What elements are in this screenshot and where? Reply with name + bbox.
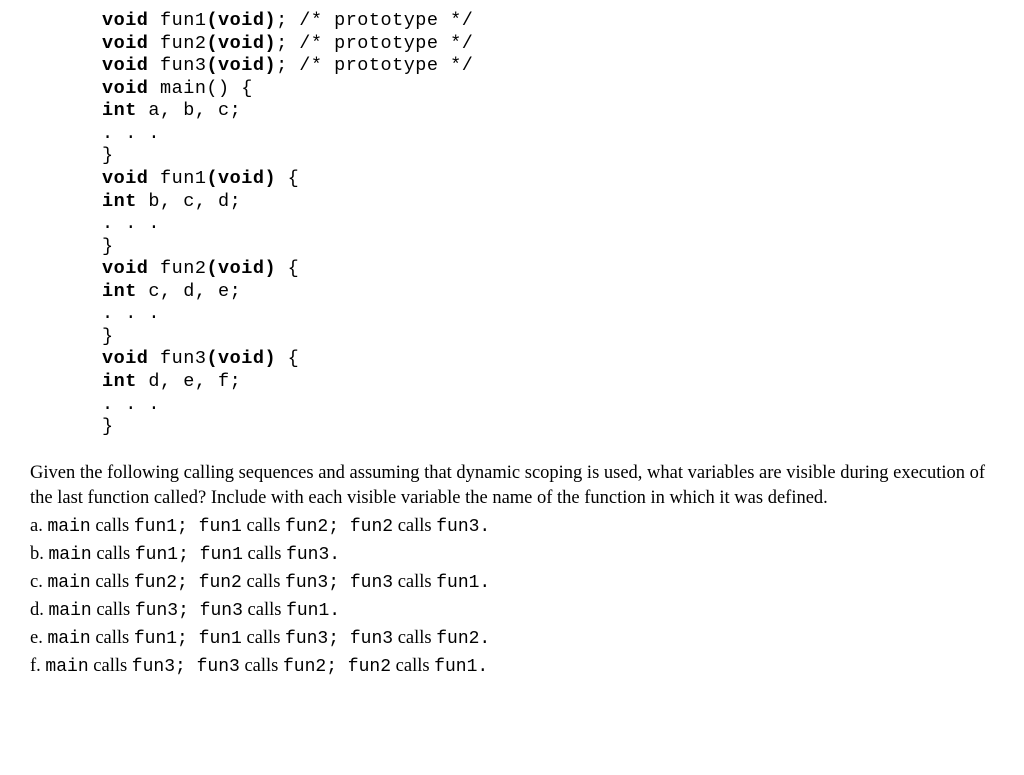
option-d: d. main calls fun3; fun3 calls fun1. (30, 597, 994, 625)
code-block: void fun1(void); /* prototype */ void fu… (102, 10, 994, 439)
option-f: f. main calls fun3; fun3 calls fun2; fun… (30, 653, 994, 681)
option-e: e. main calls fun1; fun1 calls fun3; fun… (30, 625, 994, 653)
options-list: a. main calls fun1; fun1 calls fun2; fun… (30, 513, 994, 681)
option-a: a. main calls fun1; fun1 calls fun2; fun… (30, 513, 994, 541)
option-b: b. main calls fun1; fun1 calls fun3. (30, 541, 994, 569)
option-c: c. main calls fun2; fun2 calls fun3; fun… (30, 569, 994, 597)
question-text: Given the following calling sequences an… (30, 461, 994, 511)
